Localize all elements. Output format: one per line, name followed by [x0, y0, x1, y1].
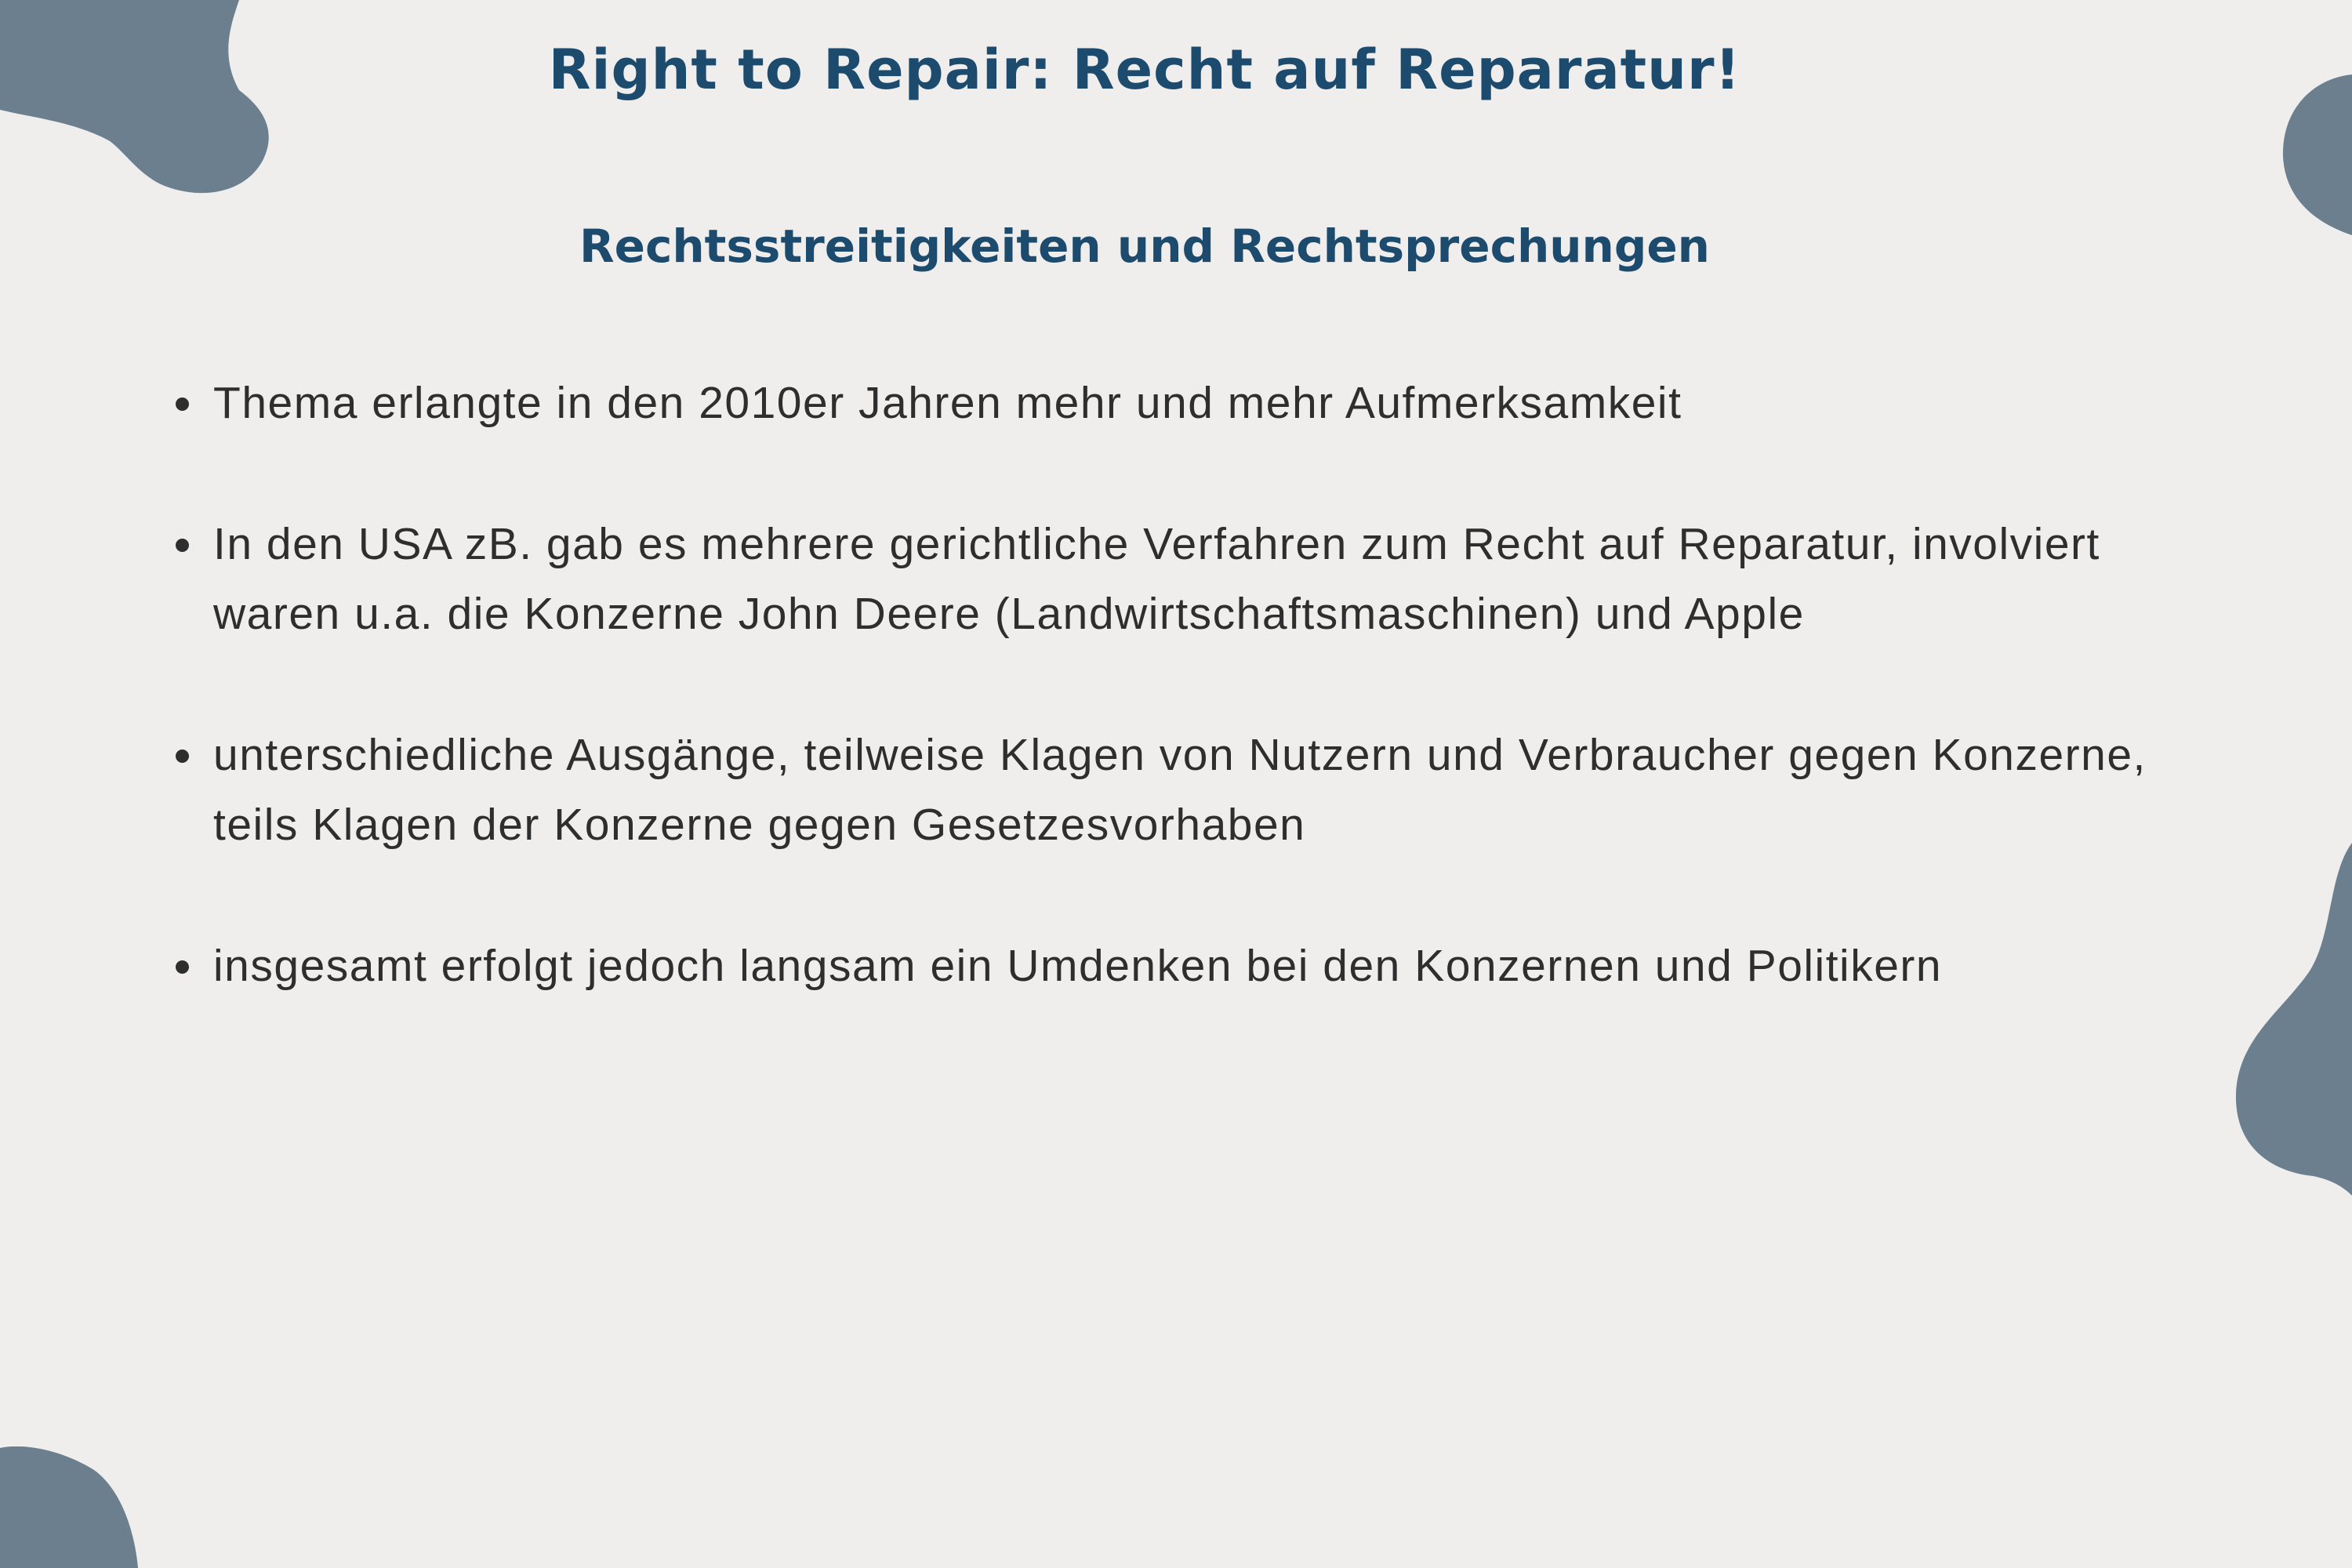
bullet-text: In den USA zB. gab es mehrere gerichtlic… [213, 519, 2100, 639]
bullet-item: Thema erlangte in den 2010er Jahren mehr… [174, 368, 2165, 438]
bullet-item: unterschiedliche Ausgänge, teilweise Kla… [174, 720, 2165, 860]
bullet-dot-icon [176, 539, 189, 552]
bullet-dot-icon [176, 750, 189, 763]
bullet-item: insgesamt erfolgt jedoch langsam ein Umd… [174, 931, 2165, 1001]
slide-subtitle: Rechtsstreitigkeiten und Rechtsprechunge… [579, 220, 1710, 273]
slide-title: Right to Repair: Recht auf Reparatur! [548, 38, 1741, 102]
bullet-dot-icon [176, 397, 189, 411]
bullet-text: Thema erlangte in den 2010er Jahren mehr… [213, 378, 1682, 428]
decorative-blob-right-mid [2235, 843, 2352, 1196]
bullet-text: insgesamt erfolgt jedoch langsam ein Umd… [213, 941, 1943, 991]
bullet-list: Thema erlangte in den 2010er Jahren mehr… [174, 368, 2165, 1073]
bullet-dot-icon [176, 960, 189, 974]
decorative-blob-right-top [2282, 74, 2352, 235]
bullet-item: In den USA zB. gab es mehrere gerichtlic… [174, 510, 2165, 649]
bullet-text: unterschiedliche Ausgänge, teilweise Kla… [213, 730, 2147, 850]
decorative-blob-bottom-left [0, 1446, 138, 1568]
